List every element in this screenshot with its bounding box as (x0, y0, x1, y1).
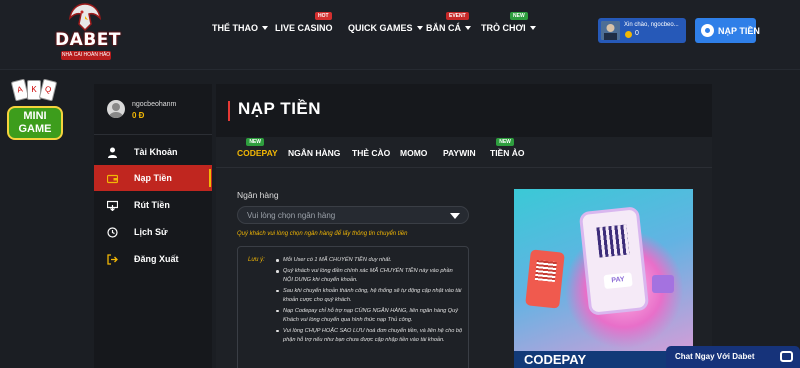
header: DABET NHÀ CÁI HOÀN HẢO THỂ THAO LIVE CAS… (0, 0, 800, 70)
event-badge: EVENT (446, 12, 469, 20)
brand-tagline: NHÀ CÁI HOÀN HẢO (61, 51, 111, 60)
nav-label: THỂ THAO (212, 23, 258, 33)
sidebar-item-tai-khoan[interactable]: Tài Khoản (94, 139, 212, 165)
chat-bubble-icon (780, 351, 793, 362)
nav-live-casino[interactable]: LIVE CASINO HOT (275, 12, 333, 33)
tab-label: MOMO (400, 148, 428, 158)
hot-badge: HOT (315, 12, 332, 20)
sidebar-item-rut-tien[interactable]: Rút Tiền (94, 192, 212, 218)
phone-illustration: PAY (578, 206, 650, 316)
chevron-down-icon (450, 213, 460, 219)
profile-block: ngocbeohanm 0 Đ (94, 84, 212, 135)
page-title: NẠP TIỀN (238, 99, 322, 118)
sidebar-item-label: Rút Tiền (134, 200, 170, 210)
deposit-button-label: NẠP TIỀN (718, 26, 760, 36)
mini-game-label: MINI GAME (7, 106, 63, 140)
mini-game-widget[interactable]: A K Q MINI GAME (5, 78, 65, 148)
sidebar-balance: 0 Đ (132, 111, 145, 120)
avatar (107, 100, 125, 118)
username: ngocbeohanm (132, 101, 177, 108)
tab-label: NGÂN HÀNG (288, 148, 341, 158)
nav-label: QUICK GAMES (348, 23, 413, 33)
nav-the-thao[interactable]: THỂ THAO (212, 23, 268, 33)
qr-code-icon (534, 260, 557, 283)
codepay-promo-image: PAY CODEPAY (514, 189, 693, 368)
tab-label: CODEPAY (237, 148, 278, 158)
tab-label: PAYWIN (443, 148, 476, 158)
tab-label: THẺ CÀO (352, 148, 391, 158)
tab-ngan-hang[interactable]: NGÂN HÀNG (288, 148, 340, 158)
qr-code-icon (596, 224, 630, 258)
tab-codepay[interactable]: CODEPAY NEW (237, 138, 278, 158)
nav-label: BẮN CÁ (426, 23, 461, 33)
tab-tien-ao[interactable]: TIỀN ẢO NEW (490, 138, 525, 158)
note-item: Sau khi chuyển khoản thành công, hệ thốn… (276, 287, 464, 305)
sidebar-item-label: Lịch Sử (134, 227, 168, 237)
logout-icon (107, 254, 118, 265)
live-chat-button[interactable]: Chat Ngay Với Dabet (666, 346, 800, 368)
pay-label: PAY (603, 272, 633, 290)
new-badge: NEW (496, 138, 514, 146)
wallet-icon (652, 275, 674, 293)
bank-label: Ngân hàng (237, 190, 279, 200)
chevron-down-icon (465, 26, 471, 30)
sidebar-item-nap-tien[interactable]: Nạp Tiền (94, 165, 212, 191)
account-sidebar: ngocbeohanm 0 Đ Tài Khoản Nạp Tiền Rút T… (94, 84, 212, 368)
tab-label: TIỀN ẢO (490, 148, 525, 158)
nav-label: TRÒ CHƠI (481, 23, 526, 33)
note-item: Nạp Codepay chỉ hỗ trợ nạp CÙNG NGÂN HÀN… (276, 307, 464, 325)
chevron-down-icon (416, 26, 423, 30)
deposit-button[interactable]: NẠP TIỀN (695, 18, 760, 43)
header-user-box[interactable]: Xin chào, ngocbeo... 0 (598, 18, 686, 43)
bank-select[interactable]: Vui lòng chọn ngân hàng (237, 206, 469, 224)
nav-tro-choi[interactable]: TRÒ CHƠI NEW (481, 12, 536, 33)
sidebar-item-label: Tài Khoản (134, 147, 178, 157)
chevron-down-icon (529, 26, 536, 30)
eagle-icon (68, 3, 102, 32)
note-item: Quý khách vui lòng điền chính xác MÃ CHU… (276, 267, 464, 285)
new-badge: NEW (510, 12, 528, 20)
wallet-icon (107, 174, 118, 184)
bank-select-placeholder: Vui lòng chọn ngân hàng (247, 211, 336, 220)
notes-heading: Lưu ý: (248, 257, 265, 263)
nav-quick-games[interactable]: QUICK GAMES (348, 23, 423, 33)
deposit-panel: NẠP TIỀN CODEPAY NEW NGÂN HÀNG THẺ CÀO MO… (216, 84, 712, 368)
chevron-down-icon (262, 26, 268, 30)
brand-name: DABET (55, 30, 121, 50)
withdraw-icon (107, 200, 118, 211)
card: Q (38, 78, 58, 102)
sidebar-item-label: Nạp Tiền (134, 173, 172, 183)
sidebar-item-label: Đăng Xuất (134, 254, 179, 264)
note-item: Mỗi User có 1 MÃ CHUYỂN TIỀN duy nhất. (276, 256, 464, 265)
note-item: Vui lòng CHỤP HOẶC SAO LƯU hoá đơn chuyể… (276, 327, 464, 345)
nav-label: LIVE CASINO (275, 23, 333, 33)
nav-ban-ca[interactable]: BẮN CÁ EVENT (426, 12, 471, 33)
chat-label: Chat Ngay Với Dabet (675, 352, 755, 361)
tab-momo[interactable]: MOMO (400, 148, 427, 158)
payment-tabs: CODEPAY NEW NGÂN HÀNG THẺ CÀO MOMO PAYWIN… (216, 137, 712, 168)
page-title-bar: NẠP TIỀN (216, 84, 712, 137)
tab-the-cao[interactable]: THẺ CÀO (352, 148, 390, 158)
red-phone-illustration (525, 249, 565, 309)
coin-icon (625, 31, 632, 38)
new-badge: NEW (246, 138, 264, 146)
deposit-icon (701, 24, 714, 37)
notes-list: Mỗi User có 1 MÃ CHUYỂN TIỀN duy nhất. Q… (276, 256, 464, 347)
title-accent (228, 101, 230, 121)
promo-footer-text: CODEPAY (524, 352, 587, 367)
greeting-text: Xin chào, ngocbeo... (624, 22, 679, 28)
bank-hint: Quý khách vui lòng chọn ngân hàng để lấy… (237, 231, 408, 237)
user-icon (108, 147, 117, 158)
notes-box: Lưu ý: Mỗi User có 1 MÃ CHUYỂN TIỀN duy … (237, 246, 469, 368)
tab-paywin[interactable]: PAYWIN (443, 148, 476, 158)
history-icon (107, 227, 118, 238)
user-avatar (601, 21, 620, 40)
sidebar-item-dang-xuat[interactable]: Đăng Xuất (94, 246, 212, 272)
header-balance: 0 (635, 30, 639, 37)
sidebar-item-lich-su[interactable]: Lịch Sử (94, 219, 212, 245)
dabet-logo[interactable]: DABET NHÀ CÁI HOÀN HẢO (55, 2, 121, 68)
